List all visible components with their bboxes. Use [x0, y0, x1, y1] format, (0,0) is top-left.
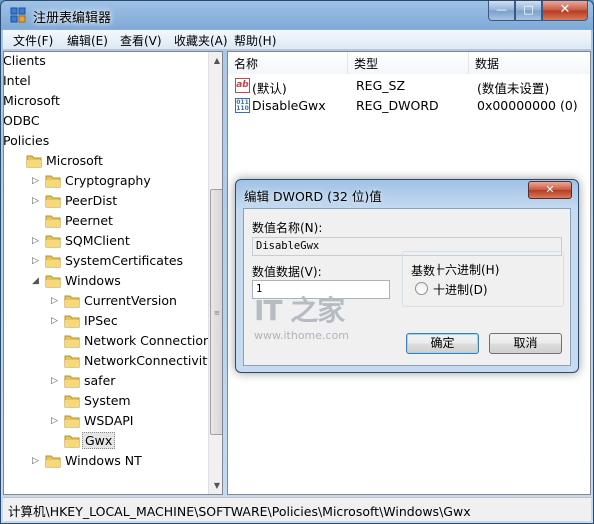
base-group-label: 基数: [409, 262, 438, 279]
registry-editor-window: 注册表编辑器 — □ ✕ 文件(F) 编辑(E) 查看(V) 收藏夹(A) 帮助…: [0, 0, 594, 524]
tree-node-label[interactable]: IPSec: [82, 313, 120, 328]
string-value-icon: ab: [235, 78, 250, 93]
edit-dword-dialog: 编辑 DWORD (32 位)值 ✕ 数值名称(N): DisableGwx 数…: [235, 179, 579, 373]
ithome-logo: IT 之家: [254, 294, 345, 327]
status-bar-path: 计算机\HKEY_LOCAL_MACHINE\SOFTWARE\Policies…: [3, 497, 591, 521]
menu-edit[interactable]: 编辑(E): [67, 32, 108, 49]
value-name: (默认): [252, 81, 287, 96]
minimize-button[interactable]: —: [488, 1, 515, 21]
value-data: (数值未设置): [477, 81, 550, 96]
folder-icon: [45, 215, 61, 228]
expand-arrow-icon[interactable]: ▷: [51, 317, 60, 326]
tree-node-label[interactable]: NetworkConnectivityStat: [82, 353, 222, 368]
column-header-name[interactable]: 名称: [228, 52, 348, 74]
tree-node-label[interactable]: CurrentVersion: [82, 293, 179, 308]
menu-view[interactable]: 查看(V): [120, 32, 162, 49]
folder-icon: [64, 415, 80, 428]
tree-node-label[interactable]: Windows: [63, 273, 123, 288]
folder-icon: [64, 335, 80, 348]
scroll-down-arrow-icon[interactable]: ▼: [209, 477, 222, 494]
ithome-watermark: IT 之家 www.ithome.com: [254, 289, 350, 349]
scroll-thumb[interactable]: ≡: [210, 189, 222, 435]
grip-icon: ≡: [214, 309, 220, 317]
folder-icon: [45, 275, 61, 288]
binary-value-icon: 011 110: [235, 98, 250, 113]
tree-node-label[interactable]: Intel: [4, 73, 33, 88]
expand-arrow-icon[interactable]: ▷: [51, 377, 60, 386]
folder-icon: [45, 255, 61, 268]
tree-node-label[interactable]: Windows NT: [63, 453, 144, 468]
collapse-arrow-icon[interactable]: ◢: [32, 277, 41, 286]
tree-node-label[interactable]: WSDAPI: [82, 413, 135, 428]
close-button[interactable]: ✕: [542, 1, 588, 21]
expand-arrow-icon[interactable]: ▷: [32, 197, 41, 206]
window-title: 注册表编辑器: [33, 11, 112, 26]
tree-node-label[interactable]: PeerDist: [63, 193, 119, 208]
dialog-close-button[interactable]: ✕: [528, 181, 572, 199]
cancel-button[interactable]: 取消: [489, 333, 562, 354]
menu-favorites[interactable]: 收藏夹(A): [174, 32, 228, 49]
title-bar[interactable]: 注册表编辑器 — □ ✕: [1, 1, 594, 29]
close-icon: ✕: [545, 183, 555, 196]
registry-tree[interactable]: Clients Intel Microsoft ODBC Policies Microso…: [3, 51, 223, 495]
tree-node-label[interactable]: safer: [82, 373, 117, 388]
folder-icon: [64, 435, 80, 448]
column-header-data[interactable]: 数据: [469, 52, 590, 74]
tree-node-label[interactable]: SQMClient: [63, 233, 132, 248]
tree-vertical-scrollbar[interactable]: ▲ ≡ ▼: [208, 52, 222, 494]
registry-editor-icon: [10, 7, 26, 23]
value-type: REG_SZ: [356, 78, 406, 93]
value-name: DisableGwx: [252, 98, 326, 113]
tree-node-label[interactable]: Microsoft: [44, 153, 105, 168]
tree-node-label[interactable]: Policies: [4, 133, 51, 148]
folder-icon: [64, 295, 80, 308]
tree-node-label[interactable]: ODBC: [4, 113, 42, 128]
folder-icon: [45, 455, 61, 468]
tree-node-label[interactable]: SystemCertificates: [63, 253, 185, 268]
expand-arrow-icon[interactable]: ▷: [32, 237, 41, 246]
radio-decimal-label: 十进制(D): [433, 283, 488, 297]
value-row[interactable]: 011 110 DisableGwx REG_DWORD 0x00000000 …: [228, 96, 590, 116]
expand-arrow-icon[interactable]: ▷: [32, 177, 41, 186]
menu-help[interactable]: 帮助(H): [234, 32, 276, 49]
value-row[interactable]: ab (默认) REG_SZ (数值未设置): [228, 76, 590, 96]
ithome-url: www.ithome.com: [254, 329, 350, 342]
folder-icon: [64, 375, 80, 388]
tree-node-label[interactable]: Gwx: [82, 432, 116, 449]
dialog-title: 编辑 DWORD (32 位)值: [244, 189, 382, 204]
ok-button[interactable]: 确定: [406, 333, 479, 354]
folder-icon: [45, 175, 61, 188]
tree-node-label[interactable]: System: [82, 393, 133, 408]
dialog-body: 数值名称(N): DisableGwx 数值数据(V): 1 基数 十六进制(H…: [243, 208, 571, 366]
folder-icon: [26, 155, 42, 168]
value-name-label: 数值名称(N):: [252, 221, 323, 235]
folder-icon: [64, 395, 80, 408]
expand-arrow-icon[interactable]: ▷: [51, 417, 60, 426]
value-type: REG_DWORD: [356, 98, 439, 113]
expand-arrow-icon[interactable]: ▷: [32, 457, 41, 466]
expand-arrow-icon[interactable]: ▷: [32, 257, 41, 266]
folder-icon: [45, 195, 61, 208]
maximize-button[interactable]: □: [515, 1, 542, 21]
tree-node-label[interactable]: Cryptography: [63, 173, 153, 188]
base-groupbox: 十六进制(H) 十进制(D): [402, 251, 564, 307]
menu-file[interactable]: 文件(F): [13, 32, 53, 49]
tree-node-label[interactable]: Network Connections: [82, 333, 219, 348]
menu-bar: 文件(F) 编辑(E) 查看(V) 收藏夹(A) 帮助(H): [3, 30, 591, 50]
scroll-up-arrow-icon[interactable]: ▲: [209, 52, 222, 69]
radio-decimal-icon[interactable]: [415, 282, 428, 295]
radio-hex-label: 十六进制(H): [433, 263, 500, 277]
value-data-label: 数值数据(V):: [252, 265, 322, 279]
column-header-type[interactable]: 类型: [348, 52, 469, 74]
tree-node-label[interactable]: Microsoft: [4, 93, 62, 108]
folder-icon: [64, 315, 80, 328]
tree-node-label[interactable]: Peernet: [63, 213, 115, 228]
value-data: 0x00000000 (0): [477, 98, 578, 113]
tree-node-label[interactable]: Clients: [4, 53, 48, 68]
folder-icon: [64, 355, 80, 368]
expand-arrow-icon[interactable]: ▷: [51, 297, 60, 306]
folder-icon: [45, 235, 61, 248]
